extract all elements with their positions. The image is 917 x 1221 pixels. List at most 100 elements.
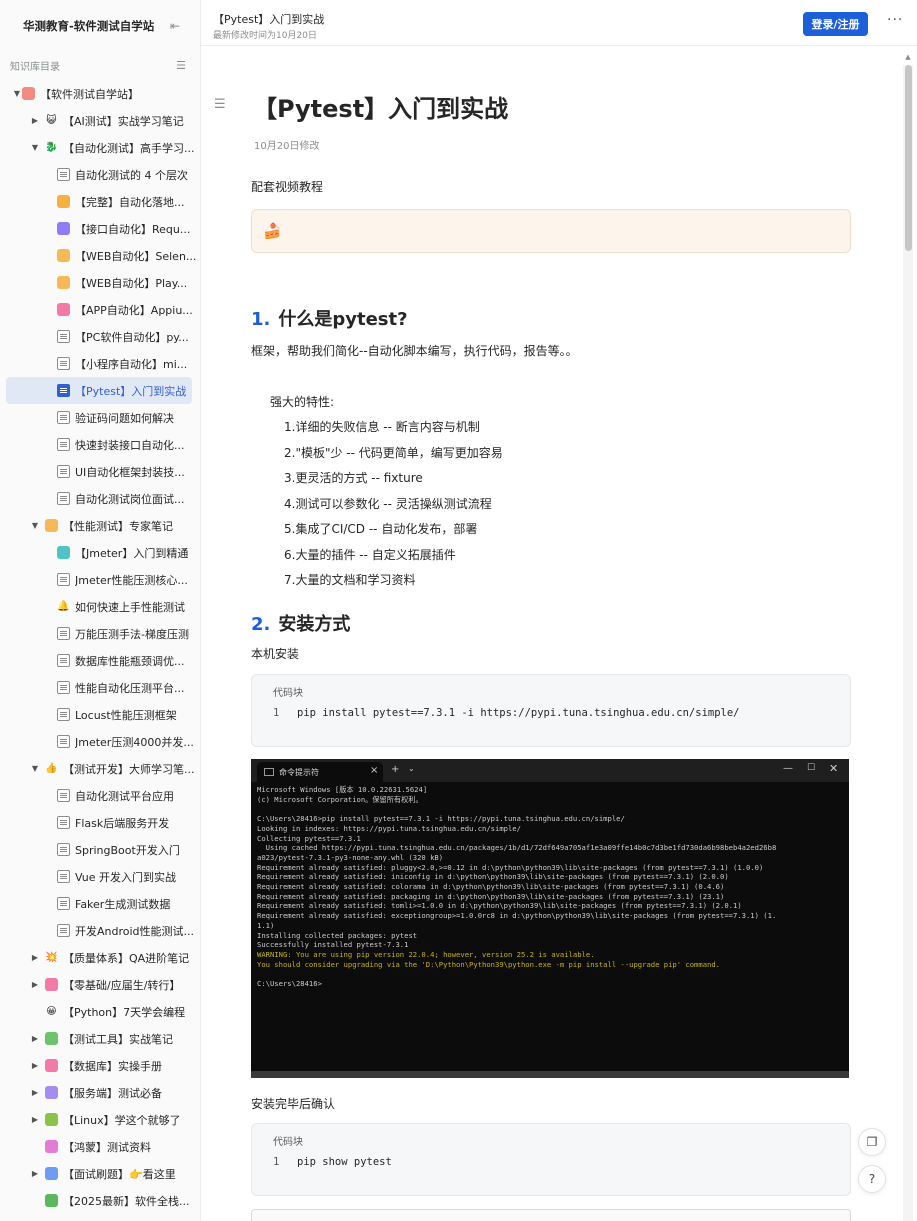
sidebar-item[interactable]: ▶ 【零基础/应届生/转行】	[0, 971, 200, 998]
sidebar-item[interactable]: Jmeter性能压测核心...	[0, 566, 200, 593]
sidebar-item[interactable]: SpringBoot开发入门	[0, 836, 200, 863]
code-line[interactable]: pip show pytest	[297, 1156, 392, 1168]
sidebar-item[interactable]: 【2025最新】软件全栈...	[0, 1187, 200, 1214]
chevron-down-icon[interactable]: ▼	[30, 521, 40, 530]
sidebar-item[interactable]: ▶ 【服务端】测试必备	[0, 1079, 200, 1106]
chevron-right-icon[interactable]: ▶	[30, 1115, 40, 1124]
sidebar-item[interactable]: ▶ 【测试工具】实战笔记	[0, 1025, 200, 1052]
chevron-down-icon[interactable]: ▼	[12, 89, 22, 98]
yellow-icon	[57, 276, 70, 289]
orange-icon	[57, 195, 70, 208]
sidebar-item-label: 开发Android性能测试...	[75, 924, 195, 938]
scrollbar[interactable]	[903, 65, 913, 1221]
chevron-right-icon[interactable]: ▶	[30, 980, 40, 989]
terminal-tab-title: 命令提示符	[279, 768, 319, 777]
sidebar-item-active[interactable]: 【Pytest】入门到实战	[6, 377, 192, 404]
sidebar-item[interactable]: 【小程序自动化】mi...	[0, 350, 200, 377]
sidebar-item[interactable]: 性能自动化压测平台...	[0, 674, 200, 701]
sidebar-item[interactable]: Vue 开发入门到实战	[0, 863, 200, 890]
sidebar-item[interactable]: 万能压测手法-梯度压测	[0, 620, 200, 647]
sidebar-item[interactable]: Flask后端服务开发	[0, 809, 200, 836]
smile-icon: 😀	[46, 1006, 57, 1017]
sidebar-item[interactable]: ▼ 🐉 【自动化测试】高手学习...	[0, 134, 200, 161]
sidebar-item[interactable]: 自动化测试岗位面试...	[0, 485, 200, 512]
code-line[interactable]: pip install pytest==7.3.1 -i https://pyp…	[297, 707, 740, 719]
toc-list-icon[interactable]: ☰	[176, 59, 186, 72]
scroll-thumb[interactable]	[905, 65, 912, 251]
sidebar-item[interactable]: 🔔 如何快速上手性能测试	[0, 593, 200, 620]
sidebar-item[interactable]: 【PC软件自动化】py...	[0, 323, 200, 350]
code-block-install[interactable]: 代码块 1 pip install pytest==7.3.1 -i https…	[251, 674, 851, 747]
sidebar-item[interactable]: 【完整】自动化落地...	[0, 188, 200, 215]
plus-icon: +	[391, 764, 400, 775]
sidebar-item[interactable]: ▶ 【数据库】实操手册	[0, 1052, 200, 1079]
chevron-right-icon[interactable]: ▶	[30, 1169, 40, 1178]
sidebar-item[interactable]: 【鸿蒙】测试资料	[0, 1133, 200, 1160]
sidebar-item[interactable]: 【WEB自动化】Play...	[0, 269, 200, 296]
page-title: 【Pytest】入门到实战	[253, 95, 509, 123]
scroll-up-arrow-icon[interactable]: ▲	[903, 53, 913, 63]
sidebar-item[interactable]: UI自动化框架封装技...	[0, 458, 200, 485]
sidebar-item-label: 【Pytest】入门到实战	[75, 384, 187, 398]
sidebar-item-label: 【WEB自动化】Selen...	[75, 249, 197, 263]
video-embed-icon: 🍰	[263, 222, 282, 240]
video-embed[interactable]: 🍰	[251, 209, 851, 253]
sidebar-item[interactable]: 【Jmeter】入门到精通	[0, 539, 200, 566]
sidebar-item[interactable]: ▶ 【面试刷题】👉看这里	[0, 1160, 200, 1187]
sidebar-item-label: 【PC软件自动化】py...	[75, 330, 189, 344]
sidebar-item[interactable]: Jmeter压测4000并发...	[0, 728, 200, 755]
modified-date: 10月20日修改	[254, 141, 320, 152]
more-options-icon[interactable]: ···	[887, 12, 903, 34]
outline-toggle-icon[interactable]: ☰	[214, 97, 226, 112]
sidebar-item[interactable]: Locust性能压测框架	[0, 701, 200, 728]
toc-header: 知识库目录 ☰	[0, 52, 200, 78]
root-icon	[22, 87, 35, 100]
sidebar-item[interactable]: ▼ 【性能测试】专家笔记	[0, 512, 200, 539]
feature-item: 6.大量的插件 -- 自定义拓展插件	[284, 548, 456, 562]
sidebar-item[interactable]: ▶ 【Linux】学这个就够了	[0, 1106, 200, 1133]
collapse-sidebar-icon[interactable]: ⇤	[168, 19, 182, 33]
sidebar-item[interactable]: 快速封装接口自动化...	[0, 431, 200, 458]
sidebar-item[interactable]: 自动化测试平台应用	[0, 782, 200, 809]
sidebar-item[interactable]: ▼ 【软件测试自学站】	[0, 80, 200, 107]
chevron-right-icon[interactable]: ▶	[30, 953, 40, 962]
teal-icon	[57, 546, 70, 559]
chevron-down-icon[interactable]: ▼	[30, 143, 40, 152]
sidebar-item[interactable]: 【APP自动化】Appiu...	[0, 296, 200, 323]
document-icon	[57, 411, 70, 424]
sidebar-item-label: 【APP自动化】Appiu...	[75, 303, 193, 317]
copy-icon[interactable]: ❐	[858, 1128, 886, 1156]
code-block-show[interactable]: 代码块 1 pip show pytest	[251, 1123, 851, 1196]
sidebar-item-label: 【自动化测试】高手学习...	[63, 141, 195, 155]
feature-item: 2."模板"少 -- 代码更简单，编写更加容易	[284, 446, 503, 460]
chevron-right-icon[interactable]: ▶	[30, 1061, 40, 1070]
sidebar-item[interactable]: 验证码问题如何解决	[0, 404, 200, 431]
terminal-line: Microsoft Windows [版本 10.0.22631.5624]	[257, 785, 428, 794]
green-grid-icon	[45, 1113, 58, 1126]
sidebar-item[interactable]: Faker生成测试数据	[0, 890, 200, 917]
sidebar-item[interactable]: 😀 【Python】7天学会编程	[0, 998, 200, 1025]
chevron-right-icon[interactable]: ▶	[30, 1034, 40, 1043]
sidebar-item-label: Locust性能压测框架	[75, 708, 177, 722]
sidebar-item[interactable]: ▼ 👍 【测试开发】大师学习笔...	[0, 755, 200, 782]
document-icon	[57, 708, 70, 721]
kb-title[interactable]: 华测教育-软件测试自学站	[23, 18, 154, 34]
terminal-line: Successfully installed pytest-7.3.1	[257, 940, 409, 950]
sidebar-item[interactable]: ▶ 💥 【质量体系】QA进阶笔记	[0, 944, 200, 971]
sidebar-item[interactable]: 自动化测试的 4 个层次	[0, 161, 200, 188]
sidebar-item[interactable]: 开发Android性能测试...	[0, 917, 200, 944]
sidebar-item[interactable]: 【接口自动化】Requ...	[0, 215, 200, 242]
chevron-right-icon[interactable]: ▶	[30, 116, 40, 125]
sidebar-item[interactable]: 【WEB自动化】Selen...	[0, 242, 200, 269]
chevron-down-icon[interactable]: ▼	[30, 764, 40, 773]
chevron-down-icon: ⌄	[408, 764, 415, 773]
burst-icon: 💥	[45, 952, 58, 963]
help-icon[interactable]: ?	[858, 1165, 886, 1193]
pink-icon	[57, 303, 70, 316]
terminal-line: Requirement already satisfied: exception…	[257, 911, 777, 921]
login-register-button[interactable]: 登录/注册	[803, 12, 868, 36]
terminal-line: Using cached https://pypi.tuna.tsinghua.…	[257, 843, 777, 853]
sidebar-item[interactable]: 数据库性能瓶颈调优...	[0, 647, 200, 674]
sidebar-item[interactable]: ▶ 😺 【AI测试】实战学习笔记	[0, 107, 200, 134]
chevron-right-icon[interactable]: ▶	[30, 1088, 40, 1097]
